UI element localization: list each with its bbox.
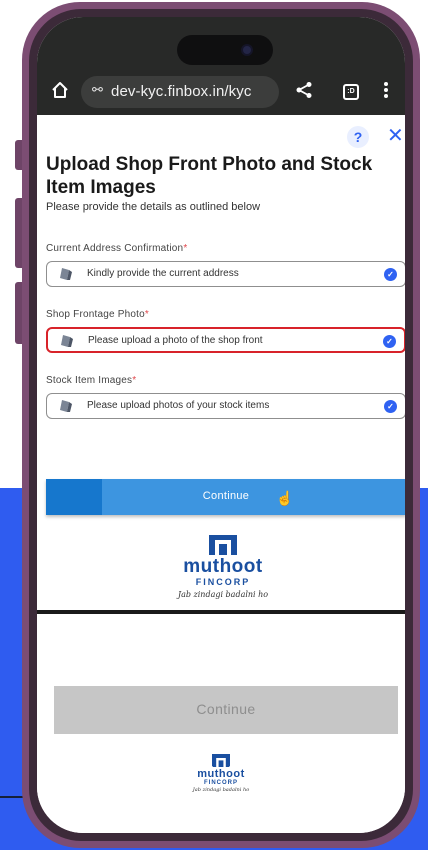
brand-logo: muthoot FINCORP Jab zindagi badalni ho <box>173 535 273 599</box>
check-icon: ✓ <box>384 400 397 413</box>
share-icon[interactable] <box>295 81 313 103</box>
check-icon: ✓ <box>384 268 397 281</box>
browser-toolbar: ⚯ dev-kyc.finbox.in/kyc :D <box>37 17 405 115</box>
brand-name: muthoot <box>197 768 245 780</box>
continue-button-disabled[interactable]: Continue <box>54 686 398 734</box>
continue-button-label: Continue <box>196 701 256 717</box>
field-label-current-address: Current Address Confirmation* <box>46 243 188 254</box>
continue-button[interactable]: Continue ☝ <box>46 479 405 515</box>
site-settings-icon[interactable]: ⚯ <box>92 82 103 98</box>
brand-mark-icon <box>209 535 237 555</box>
field-label-stock-items: Stock Item Images* <box>46 375 137 386</box>
brand-mark-icon <box>212 754 230 767</box>
document-icon <box>60 400 72 412</box>
field-label-shop-frontage: Shop Frontage Photo* <box>46 309 149 320</box>
home-icon[interactable] <box>51 81 69 103</box>
page-subtitle: Please provide the details as outlined b… <box>46 201 261 213</box>
shop-frontage-upload-field[interactable]: Please upload a photo of the shop front … <box>46 327 405 353</box>
dynamic-island <box>177 35 273 65</box>
brand-tagline: Jab zindagi badalni ho <box>192 787 250 793</box>
brand-sub: FINCORP <box>195 577 251 587</box>
brand-logo-small: muthoot FINCORP Jab zindagi badalni ho <box>185 754 257 793</box>
phone-screen: ⚯ dev-kyc.finbox.in/kyc :D ? ✕ Upload Sh… <box>37 17 405 833</box>
required-mark: * <box>144 309 149 320</box>
brand-sub: FINCORP <box>204 780 238 786</box>
check-icon: ✓ <box>383 335 396 348</box>
required-mark: * <box>183 243 188 254</box>
url-text: dev-kyc.finbox.in/kyc <box>111 83 252 100</box>
close-icon[interactable]: ✕ <box>387 124 404 148</box>
continue-button-label: Continue <box>202 490 250 502</box>
brand-tagline: Jab zindagi badalni ho <box>177 590 269 599</box>
document-icon <box>61 335 73 347</box>
field-placeholder: Please upload photos of your stock items <box>87 400 270 411</box>
page-title: Upload Shop Front Photo and Stock Item I… <box>46 154 373 198</box>
document-icon <box>60 268 72 280</box>
required-mark: * <box>132 375 137 386</box>
field-placeholder: Kindly provide the current address <box>87 268 239 279</box>
hand-cursor-icon: ☝ <box>276 490 294 506</box>
stock-items-upload-field[interactable]: Please upload photos of your stock items… <box>46 393 405 419</box>
more-menu-icon[interactable] <box>383 81 389 103</box>
help-icon[interactable]: ? <box>347 126 369 148</box>
camera-icon <box>241 44 253 56</box>
brand-name: muthoot <box>183 556 263 577</box>
lower-preview-panel: Continue muthoot FINCORP Jab zindagi bad… <box>37 614 405 833</box>
current-address-upload-field[interactable]: Kindly provide the current address ✓ <box>46 261 405 287</box>
upload-form: ? ✕ Upload Shop Front Photo and Stock It… <box>37 115 405 610</box>
field-placeholder: Please upload a photo of the shop front <box>88 335 263 346</box>
address-bar[interactable]: ⚯ dev-kyc.finbox.in/kyc <box>81 76 279 108</box>
tab-switcher-icon[interactable]: :D <box>343 84 359 100</box>
